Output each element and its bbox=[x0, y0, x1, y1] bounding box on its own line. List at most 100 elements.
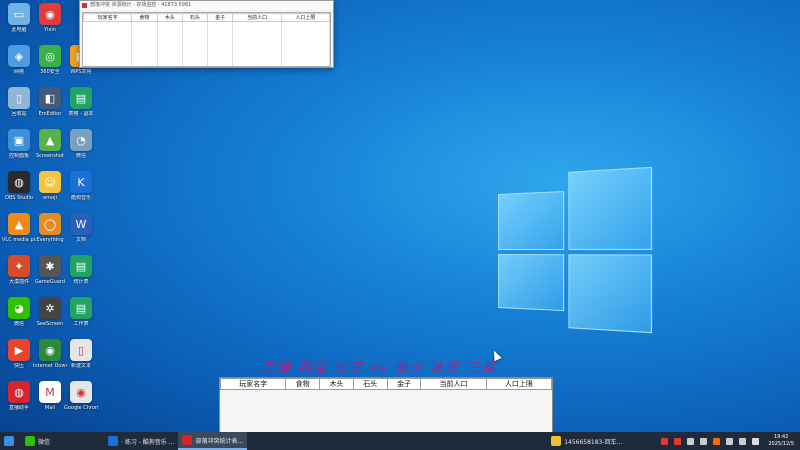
desktop-icon[interactable]: ◉ Google Chrome bbox=[64, 381, 98, 411]
desktop-icon[interactable]: M Mail bbox=[33, 381, 67, 411]
desktop-icon[interactable]: ◍ OBS Studio bbox=[2, 171, 36, 201]
desktop-icon[interactable]: ▣ 控制面板 bbox=[2, 129, 36, 159]
column-header[interactable]: 金子 bbox=[386, 378, 422, 390]
desktop-icon-label: Internet Download bbox=[33, 363, 67, 369]
desktop-icon[interactable]: ◧ EmEditor bbox=[33, 87, 67, 117]
taskbar-item-tray-app[interactable]: 1456658183-回车... bbox=[547, 432, 626, 450]
desktop-icon[interactable]: ◕ 微信 bbox=[2, 297, 36, 327]
column-header[interactable]: 石头 bbox=[181, 13, 209, 22]
app-icon: ◉ bbox=[70, 381, 92, 403]
table-header-row: 玩家名字 食物 木头 石头 金子 当前人口 人口上限 bbox=[82, 13, 331, 22]
desktop-icon[interactable]: ✱ GameGuard bbox=[33, 255, 67, 285]
app-icon: ▲ bbox=[8, 213, 30, 235]
desktop-icon[interactable]: ◍ 直播助手 bbox=[2, 381, 36, 411]
tray-icon[interactable] bbox=[726, 437, 734, 445]
taskbar: 微信 · 练习 - 酷狗音乐 ... 部落冲突统计表... 1456658183… bbox=[0, 432, 800, 450]
tray-icon[interactable] bbox=[700, 437, 708, 445]
desktop-icon[interactable]: ◉ Internet Download bbox=[33, 339, 67, 369]
desktop-icon[interactable]: ✲ SeeScreen bbox=[33, 297, 67, 327]
taskbar-item-kugou[interactable]: · 练习 - 酷狗音乐 ... bbox=[104, 432, 178, 450]
desktop-icon-label: OBS Studio bbox=[5, 195, 33, 201]
app-icon: ▯ bbox=[8, 87, 30, 109]
app-icon: ▤ bbox=[70, 255, 92, 277]
desktop-icon-label: 网络 bbox=[13, 69, 24, 75]
app-icon: ▶ bbox=[8, 339, 30, 361]
column-header[interactable]: 木头 bbox=[319, 378, 354, 390]
column-header[interactable]: 木头 bbox=[156, 13, 183, 22]
desktop-icon-label: 此电脑 bbox=[11, 27, 27, 33]
window-title: 部落冲突 资源统计 · 农场监控 · 41873 5981 bbox=[90, 2, 192, 8]
tray-icon[interactable] bbox=[661, 437, 669, 445]
desktop-icon-label: 统计表 bbox=[73, 279, 89, 285]
desktop-icon-label: 微信 bbox=[75, 153, 86, 159]
desktop-icon[interactable]: ◔ 微信 bbox=[64, 129, 98, 159]
desktop-icon[interactable]: ▲ VLC media player bbox=[2, 213, 36, 243]
column-header[interactable]: 石头 bbox=[352, 378, 388, 390]
app-icon: ◍ bbox=[8, 381, 30, 403]
desktop-icon-label: 控制面板 bbox=[8, 153, 29, 159]
desktop-icon-label: 微信 bbox=[13, 321, 24, 327]
desktop-icon[interactable]: K 酷狗音乐 bbox=[64, 171, 98, 201]
tray-icon[interactable] bbox=[752, 437, 760, 445]
clock[interactable]: 19:42 2025/12/5 bbox=[762, 434, 800, 448]
windows-start-icon bbox=[4, 436, 14, 446]
table-cell bbox=[232, 21, 282, 66]
column-header[interactable]: 当前人口 bbox=[232, 13, 282, 22]
desktop-icon[interactable]: ◎ 360安全 bbox=[33, 45, 67, 75]
taskbar-item-label: · 练习 - 酷狗音乐 ... bbox=[121, 438, 175, 446]
desktop-icon[interactable]: W 文档 bbox=[64, 213, 98, 243]
taskbar-item-label: 1456658183-回车... bbox=[564, 438, 623, 446]
wallpaper-logo bbox=[498, 166, 653, 334]
tray-icon[interactable] bbox=[674, 437, 682, 445]
app-icon bbox=[82, 3, 87, 8]
desktop-icon[interactable]: ▤ 统计表 bbox=[64, 255, 98, 285]
match-caption: 黑骑 四宝 公子 vs 美夕 冰芥 三叔 bbox=[262, 361, 497, 376]
table-cell bbox=[157, 21, 183, 66]
taskbar-item-stats[interactable]: 部落冲突统计表... bbox=[178, 432, 248, 450]
logo-pane bbox=[498, 254, 565, 312]
desktop-icon[interactable]: ◉ Yixin bbox=[33, 3, 67, 33]
desktop-icon[interactable]: ▯ 新建文本 bbox=[64, 339, 98, 369]
desktop-icon-label: 大漠插件 bbox=[8, 279, 29, 285]
column-header[interactable]: 金子 bbox=[207, 13, 234, 22]
column-header[interactable]: 食物 bbox=[131, 13, 158, 22]
desktop-icon[interactable]: ▶ 快压 bbox=[2, 339, 36, 369]
table-row bbox=[83, 21, 331, 66]
app-icon: ▲ bbox=[39, 129, 61, 151]
app-icon: ☺ bbox=[39, 171, 61, 193]
desktop-icon[interactable]: ▤ 表格 - 副本 bbox=[64, 87, 98, 117]
desktop-icon[interactable]: ◈ 网络 bbox=[2, 45, 36, 75]
desktop-icon-label: 工作表 bbox=[73, 321, 89, 327]
app-icon: ◉ bbox=[39, 3, 61, 25]
app-icon: ✲ bbox=[39, 297, 61, 319]
column-header[interactable]: 人口上限 bbox=[485, 378, 553, 390]
stats-window-small[interactable]: 部落冲突 资源统计 · 农场监控 · 41873 5981 玩家名字 食物 木头 石头… bbox=[79, 0, 334, 68]
column-header[interactable]: 人口上限 bbox=[280, 13, 331, 22]
desktop-icon-label: Google Chrome bbox=[64, 405, 98, 411]
tray-icon[interactable] bbox=[739, 437, 747, 445]
logo-pane bbox=[568, 166, 653, 250]
desktop-icon-label: 直播助手 bbox=[8, 405, 29, 411]
desktop-icon[interactable]: ▤ 工作表 bbox=[64, 297, 98, 327]
desktop-icon[interactable]: ☺ emoji bbox=[33, 171, 67, 201]
app-icon: ▤ bbox=[70, 297, 92, 319]
desktop-icon-label: Everything bbox=[36, 237, 64, 243]
app-icon: ◧ bbox=[39, 87, 61, 109]
start-button[interactable] bbox=[0, 432, 21, 450]
taskbar-item-wechat[interactable]: 微信 bbox=[21, 432, 54, 450]
app-icon: ◉ bbox=[39, 339, 61, 361]
tray-icon[interactable] bbox=[713, 437, 721, 445]
window-title-bar[interactable]: 部落冲突 资源统计 · 农场监控 · 41873 5981 bbox=[80, 1, 333, 10]
app-icon: K bbox=[70, 171, 92, 193]
desktop-icon[interactable]: ▲ Screenshot bbox=[33, 129, 67, 159]
desktop-icon[interactable]: ✦ 大漠插件 bbox=[2, 255, 36, 285]
tray-icon[interactable] bbox=[687, 437, 695, 445]
desktop-icon[interactable]: ▯ 回收站 bbox=[2, 87, 36, 117]
desktop-icon-label: 文档 bbox=[75, 237, 86, 243]
column-header[interactable]: 食物 bbox=[285, 378, 321, 390]
column-header[interactable]: 当前人口 bbox=[420, 378, 487, 390]
column-header[interactable]: 玩家名字 bbox=[219, 378, 287, 390]
column-header[interactable]: 玩家名字 bbox=[82, 13, 133, 22]
desktop-icon[interactable]: ◯ Everything bbox=[33, 213, 67, 243]
desktop-icon[interactable]: ▭ 此电脑 bbox=[2, 3, 36, 33]
